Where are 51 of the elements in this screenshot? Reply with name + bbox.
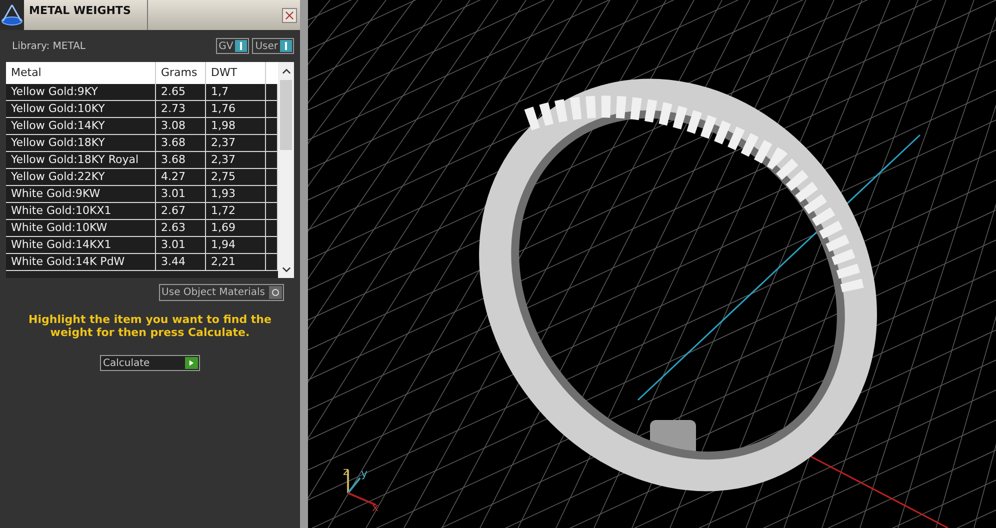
table-cell: 2,37 bbox=[206, 135, 266, 151]
table-cell: 4.27 bbox=[156, 169, 206, 185]
axis-label: z bbox=[343, 466, 349, 477]
table-cell: 3.08 bbox=[156, 118, 206, 134]
calculate-button[interactable]: Calculate bbox=[100, 355, 200, 371]
scrollbar-thumb[interactable] bbox=[280, 80, 292, 150]
scroll-down-icon[interactable] bbox=[282, 265, 290, 274]
table-cell: 2.73 bbox=[156, 101, 206, 117]
axis-gizmo-drawing bbox=[347, 470, 376, 506]
table-cell: 1,93 bbox=[206, 186, 266, 202]
table-cell: 3.68 bbox=[156, 135, 206, 151]
scroll-up-icon[interactable] bbox=[282, 67, 290, 76]
table-cell: 1,76 bbox=[206, 101, 266, 117]
table-cell: Yellow Gold:14KY bbox=[6, 118, 156, 134]
table-cell: 2,21 bbox=[206, 254, 266, 270]
play-icon bbox=[185, 357, 198, 369]
table-cell: Yellow Gold:18KY Royal bbox=[6, 152, 156, 168]
table-cell: 2,75 bbox=[206, 169, 266, 185]
library-label: Library: METAL bbox=[12, 40, 86, 54]
table-cell: White Gold:10KW bbox=[6, 220, 156, 236]
close-icon bbox=[285, 11, 294, 20]
toggle-button[interactable]: GV bbox=[216, 38, 250, 54]
axis-label: y bbox=[361, 468, 368, 479]
table-cell: 3.68 bbox=[156, 152, 206, 168]
table-cell: 3.44 bbox=[156, 254, 206, 270]
use-object-materials-toggle[interactable]: Use Object Materials bbox=[158, 284, 284, 301]
table-cell: 1,98 bbox=[206, 118, 266, 134]
table-cell: White Gold:9KW bbox=[6, 186, 156, 202]
table-cell: 3.01 bbox=[156, 237, 206, 253]
table-cell: White Gold:14KX1 bbox=[6, 237, 156, 253]
scrollbar[interactable] bbox=[278, 62, 294, 278]
table-cell: Yellow Gold:22KY bbox=[6, 169, 156, 185]
table-cell: 2.63 bbox=[156, 220, 206, 236]
table-cell: 1,72 bbox=[206, 203, 266, 219]
table-cell: Yellow Gold:18KY bbox=[6, 135, 156, 151]
table-cell: 1,69 bbox=[206, 220, 266, 236]
instruction-text: Highlight the item you want to find the weight for then press Calculate. bbox=[28, 313, 272, 339]
table-cell: Yellow Gold:9KY bbox=[6, 84, 156, 100]
axis-label: x bbox=[372, 502, 379, 513]
table-cell: White Gold:14K PdW bbox=[6, 254, 156, 270]
table-cell: 2.65 bbox=[156, 84, 206, 100]
table-cell: 2.67 bbox=[156, 203, 206, 219]
table-cell: 3.01 bbox=[156, 186, 206, 202]
table-cell: Yellow Gold:10KY bbox=[6, 101, 156, 117]
table-cell: 1,7 bbox=[206, 84, 266, 100]
toggle-button[interactable]: User bbox=[252, 38, 294, 54]
window-title: METAL WEIGHTS bbox=[24, 0, 148, 30]
table-cell: White Gold:10KX1 bbox=[6, 203, 156, 219]
table-cell: 2,37 bbox=[206, 152, 266, 168]
table-cell: 1,94 bbox=[206, 237, 266, 253]
close-button[interactable] bbox=[282, 8, 297, 23]
